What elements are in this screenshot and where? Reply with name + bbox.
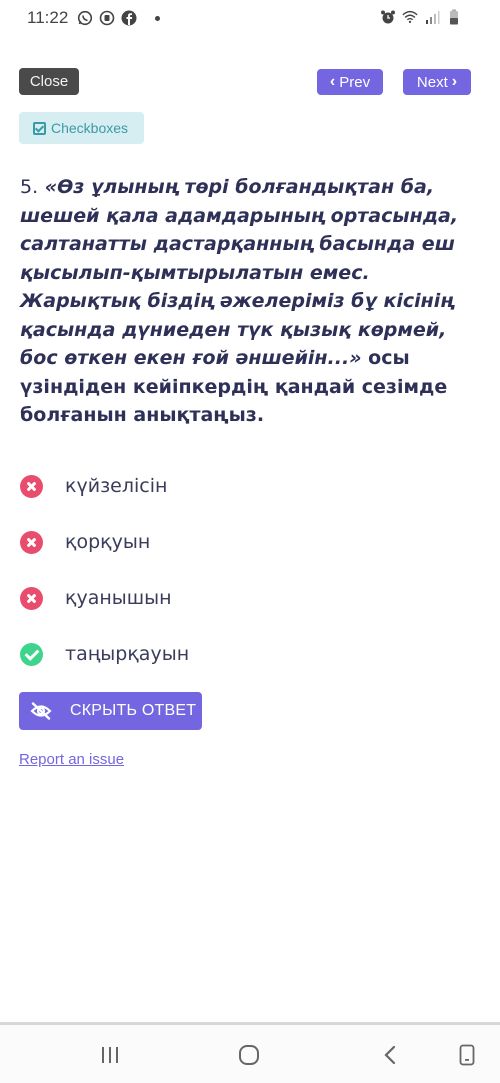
screen-icon xyxy=(459,1044,475,1066)
question-type-badge: Checkboxes xyxy=(19,112,144,144)
message-icon xyxy=(99,10,115,26)
recents-button[interactable] xyxy=(90,1035,130,1075)
question-quote: «Өз ұлының төрі болғандықтан ба, шешей қ… xyxy=(20,176,459,369)
recents-icon xyxy=(102,1047,118,1063)
home-icon xyxy=(239,1045,259,1065)
whatsapp-icon xyxy=(77,10,93,26)
checkbox-icon xyxy=(33,121,46,135)
alarm-icon xyxy=(381,10,395,24)
status-bar: 11:22 xyxy=(0,0,500,40)
cross-circle-icon xyxy=(20,474,43,498)
back-button[interactable] xyxy=(370,1035,410,1075)
hide-answer-label: СКРЫТЬ ОТВЕТ xyxy=(70,702,197,719)
check-circle-icon xyxy=(20,642,43,666)
answer-list: күйзелісін қорқуын қуанышын таңырқауын xyxy=(20,458,480,682)
system-icons xyxy=(380,9,462,25)
prev-button[interactable]: ‹ Prev xyxy=(317,69,383,95)
cross-circle-icon xyxy=(20,586,43,610)
badge-label: Checkboxes xyxy=(51,120,129,136)
answer-option[interactable]: таңырқауын xyxy=(20,626,480,682)
question-number: 5. xyxy=(20,176,39,198)
facebook-icon xyxy=(121,10,137,26)
notification-dot xyxy=(155,15,160,21)
answer-option[interactable]: қорқуын xyxy=(20,514,480,570)
battery-icon xyxy=(450,9,458,25)
answer-option[interactable]: күйзелісін xyxy=(20,458,480,514)
answer-label: күйзелісін xyxy=(65,475,168,497)
notification-icons xyxy=(77,10,160,26)
next-label: Next xyxy=(416,73,448,91)
answer-label: қорқуын xyxy=(65,531,151,553)
android-nav-bar xyxy=(0,1025,500,1083)
report-issue-link[interactable]: Report an issue xyxy=(19,751,124,768)
next-button[interactable]: Next › xyxy=(403,69,471,95)
eye-slash-icon xyxy=(30,702,52,720)
question-text: 5. «Өз ұлының төрі болғандықтан ба, шеше… xyxy=(20,173,490,430)
answer-option[interactable]: қуанышын xyxy=(20,570,480,626)
chevron-right-icon: › xyxy=(451,73,458,90)
status-time: 11:22 xyxy=(27,8,69,27)
answer-label: таңырқауын xyxy=(65,643,190,665)
wifi-icon xyxy=(402,10,418,24)
cross-circle-icon xyxy=(20,530,43,554)
hide-answer-button[interactable]: СКРЫТЬ ОТВЕТ xyxy=(19,692,202,730)
back-icon xyxy=(384,1045,396,1065)
signal-icon xyxy=(426,11,440,24)
chevron-left-icon: ‹ xyxy=(329,73,336,90)
home-button[interactable] xyxy=(229,1035,269,1075)
answer-label: қуанышын xyxy=(65,587,172,609)
close-button[interactable]: Close xyxy=(19,68,79,95)
screen-button[interactable] xyxy=(447,1035,487,1075)
prev-label: Prev xyxy=(339,73,371,91)
